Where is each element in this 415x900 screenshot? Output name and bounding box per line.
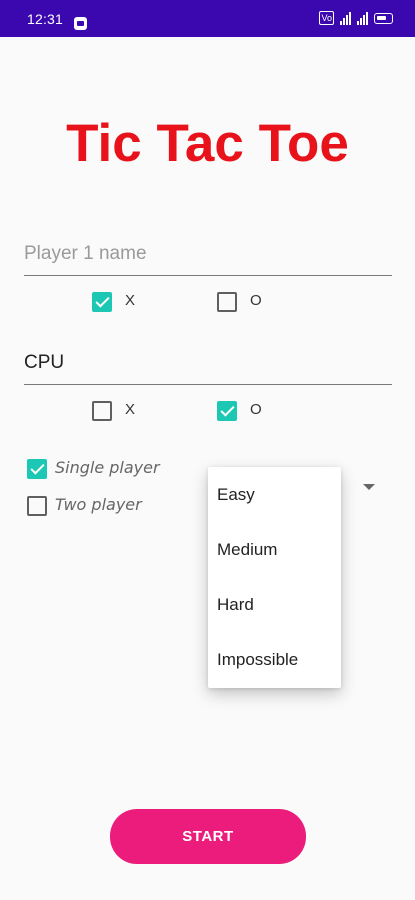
difficulty-dropdown-menu: Easy Medium Hard Impossible xyxy=(208,467,341,688)
difficulty-option-impossible[interactable]: Impossible xyxy=(208,632,341,687)
status-bar: 12:31 Vo xyxy=(0,0,415,37)
single-player-checkbox[interactable] xyxy=(27,459,47,479)
signal-icon xyxy=(340,11,351,25)
status-icons: Vo xyxy=(319,11,393,25)
two-player-checkbox[interactable] xyxy=(27,496,47,516)
player1-x-label: X xyxy=(125,292,136,309)
player1-name-input[interactable] xyxy=(24,234,392,274)
player2-name-field xyxy=(24,343,392,385)
player2-name-input[interactable] xyxy=(24,343,392,383)
signal-icon xyxy=(357,11,368,25)
player1-x-checkbox[interactable] xyxy=(92,292,112,312)
difficulty-dropdown-arrow-icon[interactable] xyxy=(363,484,375,490)
volte-icon: Vo xyxy=(319,11,334,25)
app-title: Tic Tac Toe xyxy=(66,114,349,173)
difficulty-option-medium[interactable]: Medium xyxy=(208,522,341,577)
player1-o-label: O xyxy=(250,292,262,309)
app-notification-icon xyxy=(74,17,87,30)
player2-o-label: O xyxy=(250,401,262,418)
two-player-label[interactable]: Two player xyxy=(55,495,142,514)
player2-o-checkbox[interactable] xyxy=(217,401,237,421)
player1-name-field xyxy=(24,234,392,276)
player2-x-label: X xyxy=(125,401,136,418)
difficulty-option-easy[interactable]: Easy xyxy=(208,467,341,522)
difficulty-option-hard[interactable]: Hard xyxy=(208,577,341,632)
player2-x-checkbox[interactable] xyxy=(92,401,112,421)
battery-icon xyxy=(374,12,393,24)
start-button[interactable]: START xyxy=(110,809,306,864)
status-time: 12:31 xyxy=(27,11,64,27)
player1-o-checkbox[interactable] xyxy=(217,292,237,312)
single-player-label[interactable]: Single player xyxy=(55,458,160,477)
